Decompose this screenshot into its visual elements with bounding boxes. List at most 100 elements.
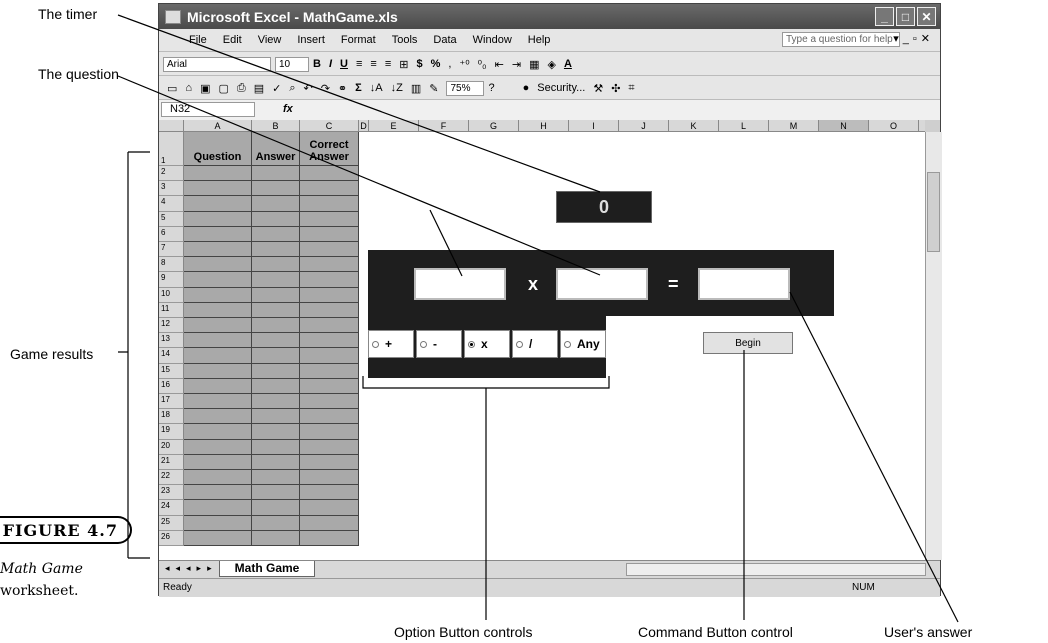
row-header[interactable]: 10: [159, 287, 184, 303]
row-header[interactable]: 22: [159, 470, 184, 486]
permission-icon[interactable]: ▢: [218, 82, 228, 95]
merge-center-icon[interactable]: ⊞: [399, 58, 408, 71]
result-cell[interactable]: [184, 378, 252, 394]
row-header[interactable]: 20: [159, 439, 184, 455]
row-header[interactable]: 14: [159, 348, 184, 364]
result-cell[interactable]: [252, 196, 300, 212]
column-header-o[interactable]: O: [869, 120, 919, 132]
result-cell[interactable]: [252, 318, 300, 334]
answer-input[interactable]: [698, 268, 790, 300]
result-cell[interactable]: [300, 424, 359, 440]
result-cell[interactable]: [252, 394, 300, 410]
result-cell[interactable]: [252, 530, 300, 546]
comma-button[interactable]: ,: [448, 58, 451, 70]
security-button[interactable]: Security...: [537, 82, 585, 94]
currency-button[interactable]: $: [416, 58, 422, 70]
column-header-i[interactable]: I: [569, 120, 619, 132]
result-cell[interactable]: [300, 211, 359, 227]
result-cell[interactable]: [184, 454, 252, 470]
result-cell[interactable]: [184, 272, 252, 288]
redo-icon[interactable]: ↷: [321, 82, 330, 95]
column-header-j[interactable]: J: [619, 120, 669, 132]
menu-tools[interactable]: Tools: [392, 34, 418, 46]
column-header-b[interactable]: B: [252, 120, 300, 132]
result-cell[interactable]: [252, 257, 300, 273]
maximize-button[interactable]: □: [896, 7, 915, 26]
row-header[interactable]: 21: [159, 454, 184, 470]
result-cell[interactable]: [184, 515, 252, 531]
result-cell[interactable]: [184, 348, 252, 364]
menu-view[interactable]: View: [258, 34, 282, 46]
column-header-p[interactable]: P: [919, 120, 925, 132]
result-cell[interactable]: [184, 287, 252, 303]
fill-color-icon[interactable]: ◈: [547, 58, 555, 71]
row-header[interactable]: 15: [159, 363, 184, 379]
research-icon[interactable]: ⌕: [289, 82, 295, 95]
doc-window-controls[interactable]: ▾_▫✕: [893, 32, 934, 45]
result-cell[interactable]: [252, 500, 300, 516]
font-color-icon[interactable]: A: [564, 58, 572, 70]
option-any[interactable]: Any: [560, 330, 606, 358]
option-subtract[interactable]: -: [416, 330, 462, 358]
result-cell[interactable]: [252, 272, 300, 288]
row-header[interactable]: 12: [159, 318, 184, 334]
column-header-l[interactable]: L: [719, 120, 769, 132]
row-header[interactable]: 23: [159, 485, 184, 501]
result-cell[interactable]: [184, 257, 252, 273]
row-header[interactable]: 17: [159, 394, 184, 410]
sheet-nav-arrows[interactable]: ◂◂◂▸▸: [165, 563, 218, 574]
autosum-icon[interactable]: Σ: [355, 82, 362, 94]
result-cell[interactable]: [184, 394, 252, 410]
result-cell[interactable]: [252, 515, 300, 531]
print-icon[interactable]: ⎙: [237, 82, 246, 95]
header-correct-answer[interactable]: Correct Answer: [300, 132, 359, 166]
sort-ascending-icon[interactable]: ↓A: [370, 82, 383, 94]
result-cell[interactable]: [300, 196, 359, 212]
menu-window[interactable]: Window: [473, 34, 512, 46]
row-header[interactable]: 2: [159, 166, 184, 182]
result-cell[interactable]: [184, 424, 252, 440]
row-header[interactable]: 25: [159, 515, 184, 531]
menu-edit[interactable]: Edit: [223, 34, 242, 46]
visual-basic-icon[interactable]: ⌗: [628, 82, 634, 95]
begin-button[interactable]: Begin: [703, 332, 793, 354]
result-cell[interactable]: [184, 211, 252, 227]
result-cell[interactable]: [184, 409, 252, 425]
percent-button[interactable]: %: [431, 58, 441, 70]
zoom-select[interactable]: 75%: [446, 80, 485, 96]
row-header[interactable]: 6: [159, 226, 184, 242]
design-mode-icon[interactable]: ✣: [611, 82, 620, 95]
option-divide[interactable]: /: [512, 330, 558, 358]
chart-wizard-icon[interactable]: ▥: [411, 82, 421, 95]
row-header[interactable]: 7: [159, 242, 184, 258]
sheet-tab-math-game[interactable]: Math Game: [219, 561, 315, 577]
option-add[interactable]: +: [368, 330, 414, 358]
result-cell[interactable]: [184, 242, 252, 258]
result-cell[interactable]: [252, 211, 300, 227]
align-left-icon[interactable]: ≡: [356, 58, 362, 70]
result-cell[interactable]: [252, 378, 300, 394]
column-header-d[interactable]: D: [359, 120, 369, 132]
result-cell[interactable]: [252, 424, 300, 440]
result-cell[interactable]: [252, 226, 300, 242]
vertical-scroll-thumb[interactable]: [927, 172, 940, 252]
column-header-k[interactable]: K: [669, 120, 719, 132]
result-cell[interactable]: [300, 409, 359, 425]
result-cell[interactable]: [300, 226, 359, 242]
result-cell[interactable]: [184, 196, 252, 212]
control-toolbox-icon[interactable]: ⚒: [593, 82, 603, 95]
result-cell[interactable]: [300, 272, 359, 288]
result-cell[interactable]: [184, 302, 252, 318]
result-cell[interactable]: [300, 454, 359, 470]
underline-button[interactable]: U: [340, 58, 348, 70]
column-header-e[interactable]: E: [369, 120, 419, 132]
save-icon[interactable]: ▣: [200, 82, 210, 95]
result-cell[interactable]: [300, 181, 359, 197]
result-cell[interactable]: [300, 439, 359, 455]
row-header[interactable]: 18: [159, 409, 184, 425]
column-header-a[interactable]: A: [184, 120, 252, 132]
drawing-icon[interactable]: ✎: [429, 82, 438, 95]
menu-file[interactable]: File: [189, 34, 207, 46]
print-preview-icon[interactable]: ▤: [254, 82, 264, 95]
result-cell[interactable]: [252, 454, 300, 470]
